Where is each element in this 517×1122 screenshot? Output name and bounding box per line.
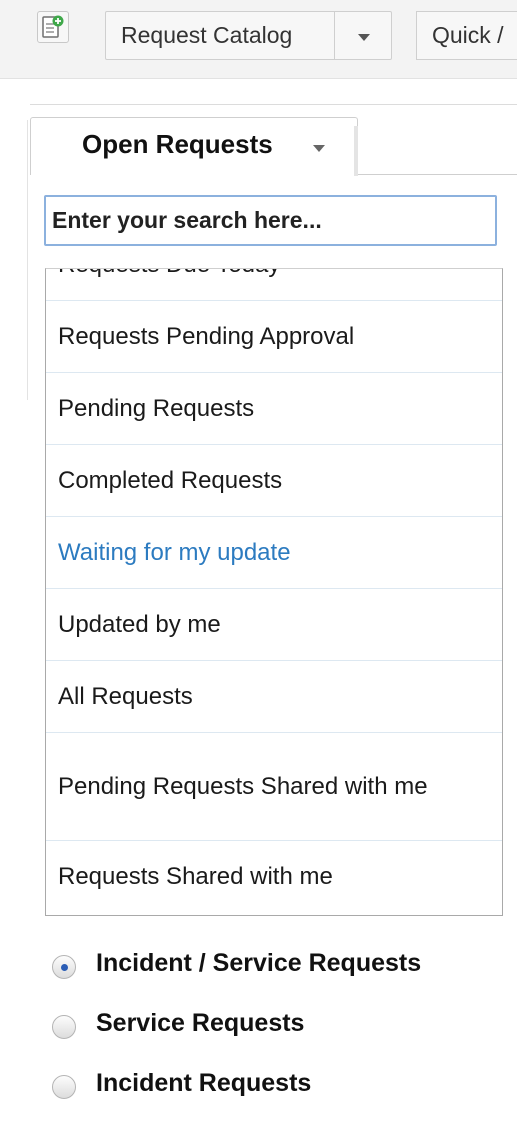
- filter-list[interactable]: Requests Due Today Requests Pending Appr…: [45, 268, 503, 916]
- panel-divider: [30, 104, 517, 105]
- search-input[interactable]: [44, 195, 497, 246]
- list-item[interactable]: Pending Requests Shared with me: [46, 733, 502, 841]
- list-item[interactable]: Requests Pending Approval: [46, 301, 502, 373]
- tab-open-requests[interactable]: Open Requests: [30, 117, 355, 175]
- list-item[interactable]: All Requests: [46, 661, 502, 733]
- tabbar-border: [357, 174, 517, 175]
- panel-left-border: [27, 120, 28, 400]
- list-item-label: Pending Requests Shared with me: [58, 772, 428, 800]
- radio-button[interactable]: [52, 955, 76, 979]
- top-toolbar: Request Catalog Quick /: [0, 0, 517, 79]
- chevron-down-icon[interactable]: [313, 145, 325, 152]
- list-item-label: Requests Due Today: [58, 269, 280, 279]
- filter-list-items: Requests Due Today Requests Pending Appr…: [46, 269, 502, 913]
- radio-incident[interactable]: Incident Requests: [52, 1067, 311, 1099]
- tab-label: Open Requests: [82, 129, 273, 159]
- quick-create-label: Quick /: [432, 22, 504, 48]
- list-item-label: Requests Shared with me: [58, 863, 333, 890]
- request-catalog-button[interactable]: Request Catalog: [105, 11, 335, 60]
- radio-incident-service[interactable]: Incident / Service Requests: [52, 947, 421, 979]
- radio-label: Incident Requests: [96, 1068, 312, 1097]
- chevron-down-icon: [358, 34, 370, 41]
- new-request-button[interactable]: [37, 11, 69, 43]
- list-item-label: All Requests: [58, 682, 193, 710]
- list-item[interactable]: Updated by me: [46, 589, 502, 661]
- list-item-label: Updated by me: [58, 610, 221, 638]
- request-catalog-dropdown[interactable]: [334, 11, 392, 60]
- list-item[interactable]: Requests Shared with me: [46, 841, 502, 913]
- radio-button[interactable]: [52, 1075, 76, 1099]
- radio-label: Incident / Service Requests: [96, 948, 422, 977]
- new-request-icon: [42, 15, 64, 38]
- radio-service[interactable]: Service Requests: [52, 1007, 304, 1039]
- list-item-label: Pending Requests: [58, 394, 255, 422]
- list-item[interactable]: Requests Due Today: [46, 269, 502, 301]
- quick-create-button[interactable]: Quick /: [416, 11, 517, 60]
- list-item-label: Waiting for my update: [58, 538, 291, 566]
- list-item[interactable]: Pending Requests: [46, 373, 502, 445]
- list-item-label: Requests Pending Approval: [58, 322, 355, 350]
- radio-button[interactable]: [52, 1015, 76, 1039]
- request-catalog-label: Request Catalog: [121, 22, 293, 48]
- list-item-label: Completed Requests: [58, 466, 283, 494]
- list-item[interactable]: Completed Requests: [46, 445, 502, 517]
- list-item-active[interactable]: Waiting for my update: [46, 517, 502, 589]
- radio-label: Service Requests: [96, 1008, 305, 1037]
